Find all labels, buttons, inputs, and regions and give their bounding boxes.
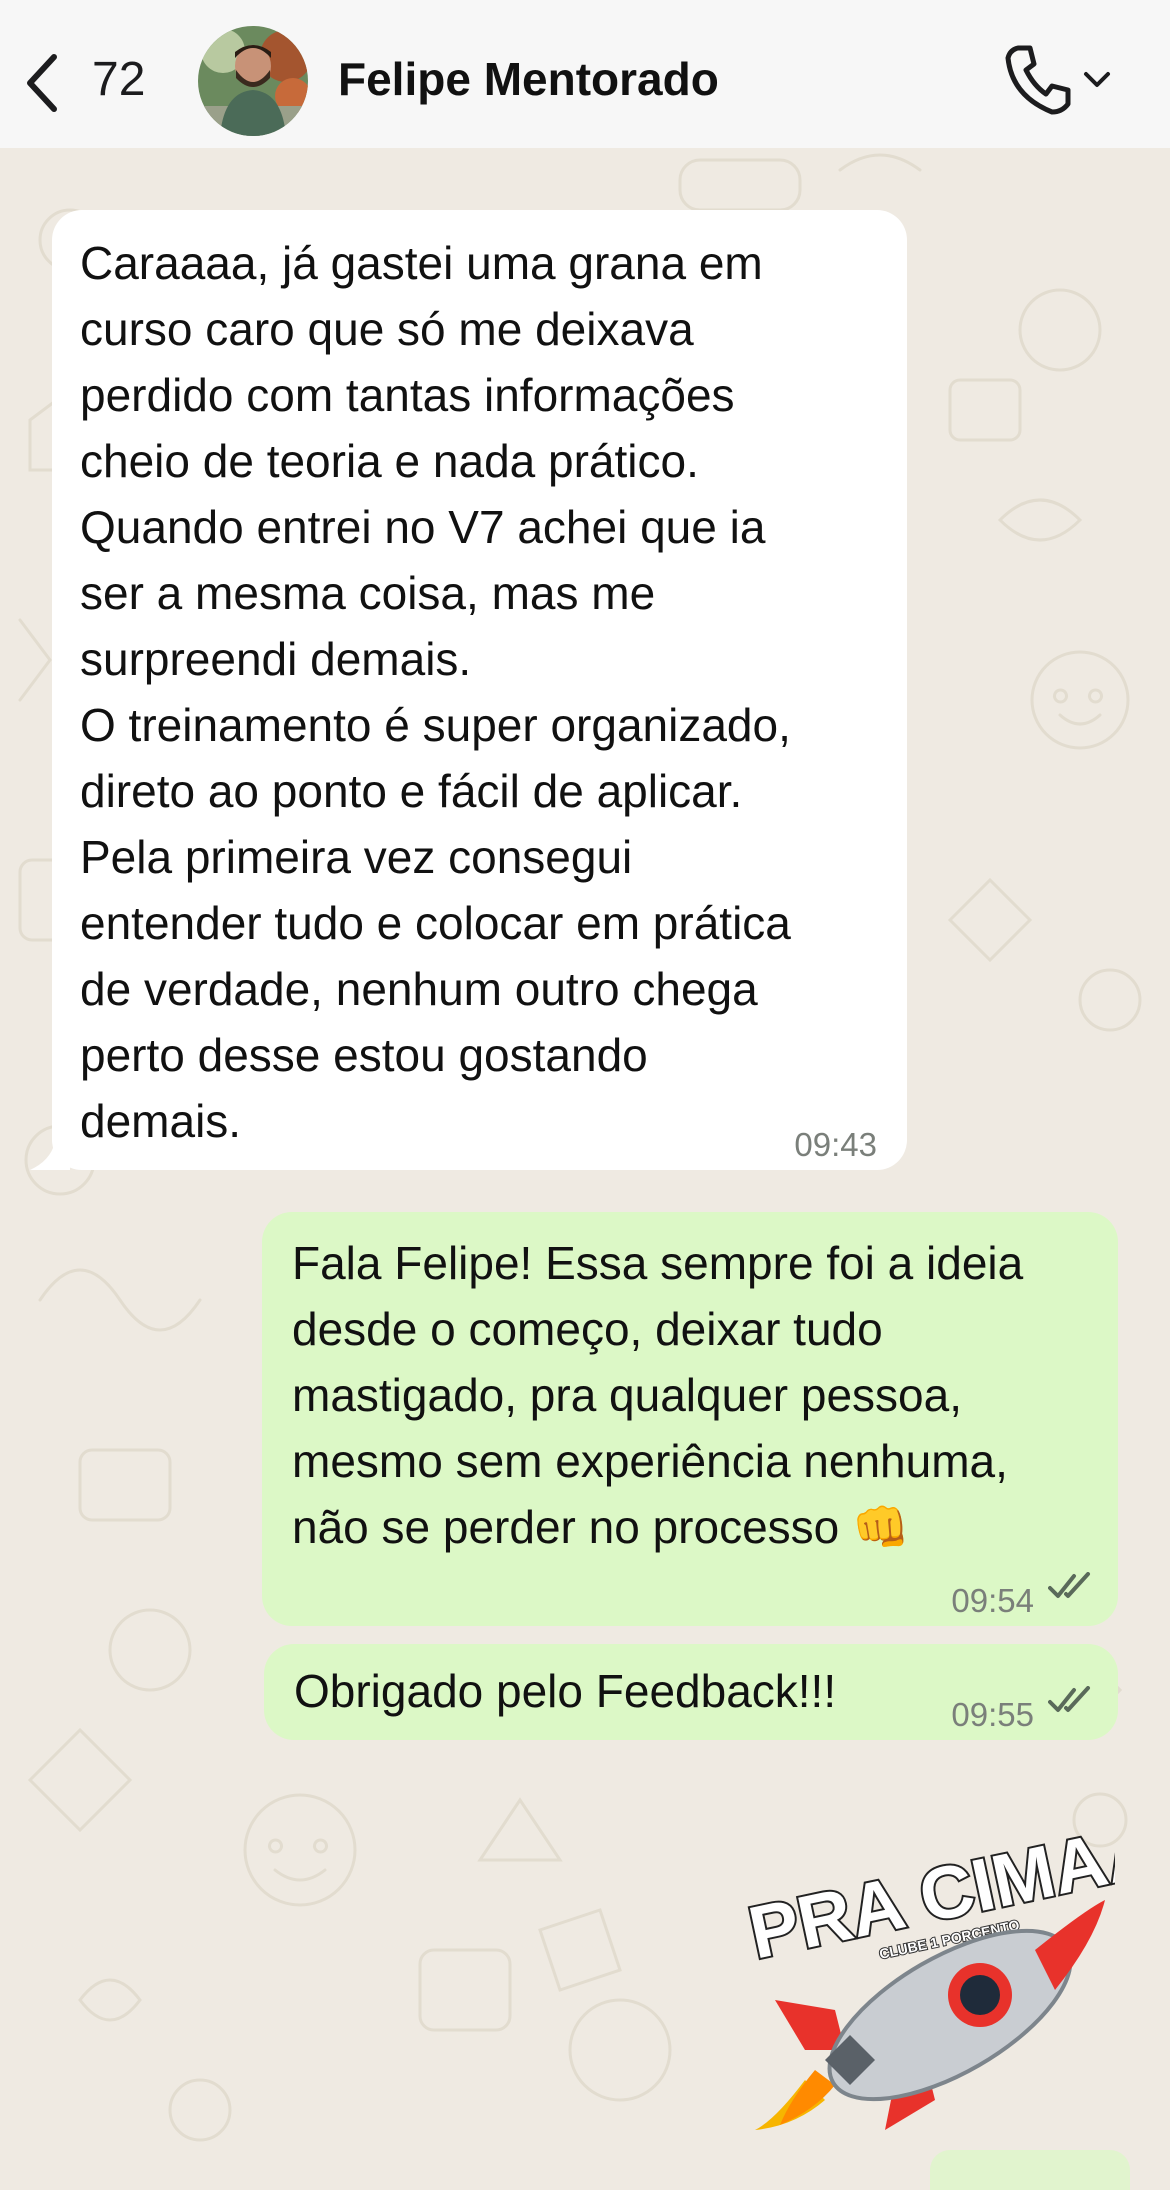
avatar-photo: [198, 26, 308, 136]
avatar[interactable]: [198, 26, 308, 136]
message-text: Fala Felipe! Essa sempre foi a ideia des…: [292, 1237, 1024, 1553]
double-check-icon: [1048, 1686, 1090, 1712]
contact-name[interactable]: Felipe Mentorado: [338, 52, 719, 106]
call-button[interactable]: [1004, 42, 1114, 118]
message-text: Caraaaa, já gastei uma grana em curso ca…: [80, 237, 791, 1147]
chevron-left-icon: [27, 54, 57, 112]
message-time: 09:55: [951, 1696, 1034, 1733]
partial-outgoing-bubble: [930, 2150, 1130, 2190]
phone-icon: [1005, 45, 1071, 115]
rocket-sticker: PRA CIMAAA! CLUBE 1 PORCENTO: [740, 1789, 1170, 2130]
outgoing-message-bubble[interactable]: Fala Felipe! Essa sempre foi a ideia des…: [262, 1212, 1118, 1626]
message-time: 09:43: [794, 1126, 877, 1163]
incoming-message-bubble[interactable]: Caraaaa, já gastei uma grana em curso ca…: [52, 210, 907, 1170]
chevron-down-icon: [1084, 72, 1110, 87]
sticker[interactable]: PRA CIMAAA! CLUBE 1 PORCENTO: [735, 1789, 1170, 2130]
double-check-icon: [1048, 1572, 1090, 1598]
unread-count[interactable]: 72: [92, 52, 145, 107]
chat-header: 72 Felipe Mentorado: [0, 0, 1170, 148]
outgoing-message-bubble[interactable]: Obrigado pelo Feedback!!! 09:55: [264, 1644, 1118, 1740]
message-time: 09:54: [951, 1582, 1034, 1619]
